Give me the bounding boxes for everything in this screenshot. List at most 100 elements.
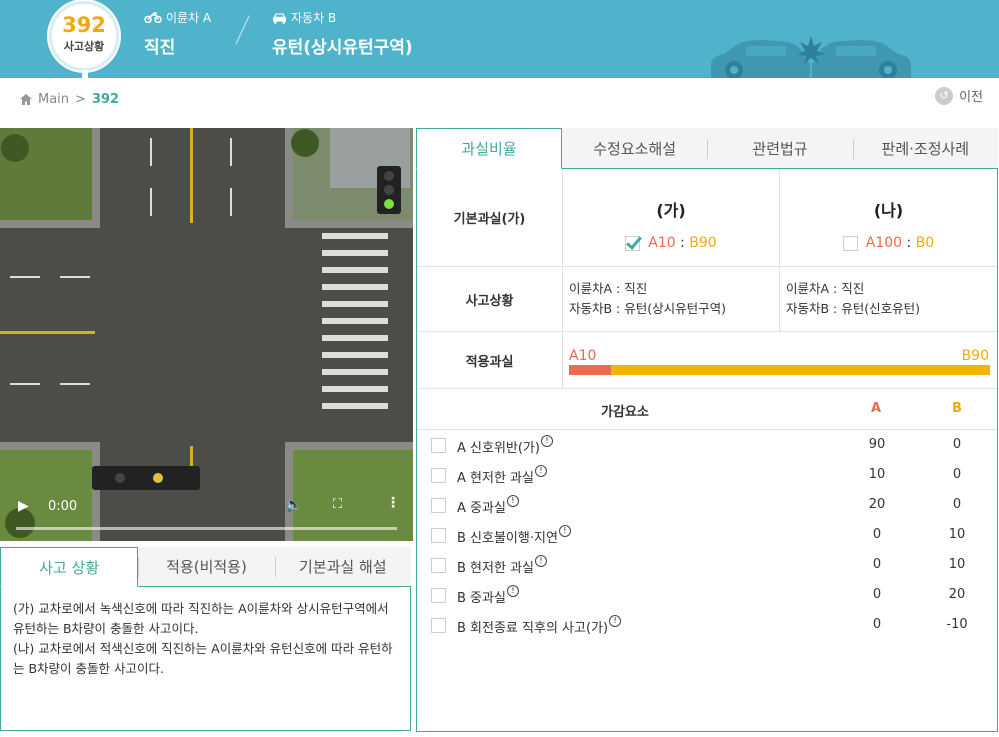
factor-checkbox[interactable] [431,618,446,633]
back-label: 이전 [959,90,983,105]
info-icon[interactable]: ! [534,555,547,567]
factor-b-value: 0 [952,467,962,482]
info-icon[interactable]: ! [609,615,622,627]
header-divider [235,15,250,45]
factor-name: B 중과실 [457,591,506,606]
situation-ga-line2: 자동차B : 유턴(상시유턴구역) [569,301,726,316]
factor-name: A 신호위반(가) [457,441,540,456]
factor-row: B 현저한 과실! 0 10 [417,550,997,580]
applied-fault-label: 적용과실 [417,332,563,388]
description-ga: (가) 교차로에서 녹색신호에 따라 직진하는 A이륜차와 상시유턴구역에서 유… [13,601,389,636]
volume-icon[interactable]: 🔈 [285,497,302,513]
factor-checkbox[interactable] [431,468,446,483]
factor-a-value: 20 [868,497,886,512]
accident-description: (가) 교차로에서 녹색신호에 따라 직진하는 A이륜차와 상시유턴구역에서 유… [0,587,411,731]
factor-row: A 신호위반(가)! 90 0 [417,430,997,460]
factor-name: A 현저한 과실 [457,471,534,486]
badge-stem [82,70,88,78]
tab-applicability[interactable]: 적용(비적용) [138,547,275,586]
factor-row: B 신호불이행·지연! 0 10 [417,520,997,550]
option-ga: (가) A10 : B90 [563,169,780,266]
breadcrumb-separator: > [75,92,86,107]
video-controls: ▶ 0:00 🔈 ⛶ ⋮ [0,481,413,541]
home-icon[interactable] [20,94,32,105]
play-button[interactable]: ▶ [18,498,29,514]
factor-a-value: 90 [868,437,886,452]
factor-name: B 회전종료 직후의 사고(가) [457,621,609,636]
factor-checkbox[interactable] [431,528,446,543]
factors-header-name: 가감요소 [601,405,649,420]
option-ga-sep: : [680,235,685,251]
description-na: (나) 교차로에서 적색신호에 직진하는 A이륜차와 유턴신호에 따라 유턴하는… [13,641,393,676]
factors-header-a: A [871,401,882,416]
factor-b-value: 10 [948,557,966,572]
page-header: 392 사고상황 이륜차 A 직진 자동차 B 유턴(상시유턴구역) [0,0,999,78]
left-tabs: 사고 상황 적용(비적용) 기본과실 해설 [0,547,411,587]
factor-checkbox[interactable] [431,498,446,513]
situation-label: 사고상황 [417,267,563,331]
breadcrumb-home[interactable]: Main [38,92,69,107]
option-ga-b: B90 [689,235,717,251]
basic-fault-label: 기본과실(가) [417,169,563,266]
party-a-info: 이륜차 A 직진 [144,9,211,58]
factor-b-value: -10 [946,617,968,632]
info-icon[interactable]: ! [506,495,519,507]
basic-fault-row: 기본과실(가) (가) A10 : B90 (나) A100 : B0 [417,169,997,267]
tab-precedents[interactable]: 판례·조정사례 [852,128,998,169]
party-a-tag: 이륜차 A [166,11,212,25]
applied-fault-bar [569,365,990,375]
factor-b-value: 10 [948,527,966,542]
factor-b-value: 0 [952,497,962,512]
video-progress-bar[interactable] [16,527,397,530]
option-na-b: B0 [915,235,935,251]
applied-fault-bar-a [569,365,612,375]
option-na-checkbox[interactable] [842,235,858,251]
fault-ratio-panel: 과실비율 수정요소해설 관련법규 판례·조정사례 기본과실(가) (가) A10… [416,128,998,732]
factor-b-value: 20 [948,587,966,602]
info-icon[interactable]: ! [558,525,571,537]
factor-row: B 회전종료 직후의 사고(가)! 0 -10 [417,610,997,640]
fullscreen-icon[interactable]: ⛶ [333,497,342,512]
factors-header-b: B [952,401,962,416]
factor-a-value: 10 [868,467,886,482]
factor-a-value: 0 [872,587,882,602]
accident-video-player[interactable]: ▶ 0:00 🔈 ⛶ ⋮ [0,128,413,541]
tab-related-laws[interactable]: 관련법규 [707,128,853,169]
more-options-button[interactable]: ⋮ [386,495,400,511]
applied-a-value: A10 [569,348,597,364]
badge-label: 사고상황 [63,40,105,53]
option-na: (나) A100 : B0 [780,169,997,266]
info-icon[interactable]: ! [534,465,547,477]
party-b-info: 자동차 B 유턴(상시유턴구역) [272,9,413,58]
factor-name: B 현저한 과실 [457,561,534,576]
option-na-sep: : [906,235,912,251]
situation-ga: 이륜차A : 직진 자동차B : 유턴(상시유턴구역) [563,267,780,331]
factor-a-value: 0 [872,617,882,632]
tab-accident-situation[interactable]: 사고 상황 [0,547,139,587]
applied-fault-row: 적용과실 A10 B90 [417,332,997,389]
factor-checkbox[interactable] [431,438,446,453]
factor-name: B 신호불이행·지연 [457,531,558,546]
info-icon[interactable]: ! [540,435,553,447]
factor-row: A 현저한 과실! 10 0 [417,460,997,490]
factors-header: 가감요소 A B [417,389,997,430]
option-ga-a: A10 [648,235,676,251]
info-icon[interactable]: ! [506,585,519,597]
back-button[interactable]: ↺ 이전 [935,86,983,105]
factor-name: A 중과실 [457,501,506,516]
crash-cars-illustration [711,36,911,78]
situation-na-line2: 자동차B : 유턴(신호유턴) [786,301,920,316]
situation-na: 이륜차A : 직진 자동차B : 유턴(신호유턴) [780,267,997,331]
tab-fault-ratio[interactable]: 과실비율 [416,128,562,169]
factor-checkbox[interactable] [431,558,446,573]
factor-checkbox[interactable] [431,588,446,603]
option-ga-checkbox[interactable] [625,235,641,251]
tab-adjustment-factors[interactable]: 수정요소해설 [562,128,708,169]
factor-row: A 중과실! 20 0 [417,490,997,520]
video-time: 0:00 [48,499,78,514]
situation-na-line1: 이륜차A : 직진 [786,281,865,296]
applied-b-value: B90 [961,348,989,364]
right-tabs: 과실비율 수정요소해설 관련법규 판례·조정사례 [416,128,998,169]
factor-a-value: 0 [872,527,882,542]
tab-basic-fault-explanation[interactable]: 기본과실 해설 [274,547,411,586]
